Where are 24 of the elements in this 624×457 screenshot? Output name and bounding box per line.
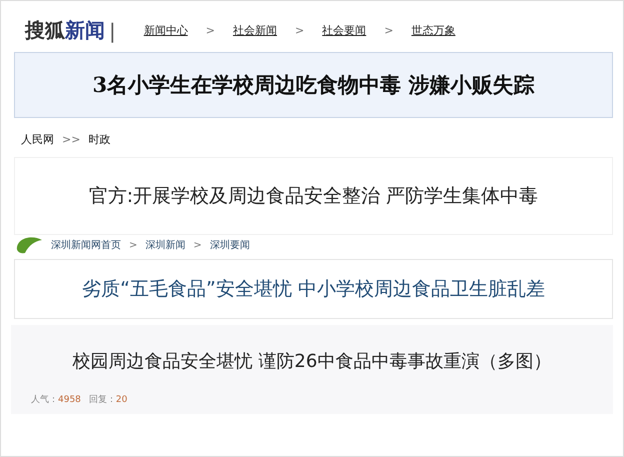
breadcrumb-link[interactable]: 人民网 — [21, 132, 54, 147]
breadcrumb-link[interactable]: 社会新闻 — [232, 23, 277, 38]
breadcrumb-link[interactable]: 世态万象 — [411, 23, 456, 38]
post-stat: 回复：20 — [88, 394, 128, 406]
headline: 3名小学生在学校周边吃食物中毒 涉嫌小贩失踪 — [14, 52, 613, 118]
breadcrumb-link[interactable]: 新闻中心 — [144, 23, 188, 38]
site-logo: 搜狐新闻 — [25, 17, 105, 44]
breadcrumb-link[interactable]: 深圳要闻 — [210, 238, 250, 252]
breadcrumb-link[interactable]: 时政 — [88, 132, 110, 147]
breadcrumb-separator: > — [206, 24, 215, 37]
breadcrumb-link[interactable]: 深圳新闻 — [145, 238, 186, 252]
breadcrumb-link[interactable]: 社会要闻 — [322, 23, 366, 38]
breadcrumb-separator: > — [294, 24, 304, 37]
breadcrumb-separator: > — [384, 24, 394, 37]
leaf-logo-icon — [15, 235, 43, 255]
headline: 劣质“五毛食品”安全堪忧 中小学校周边食品卫生脏乱差 — [14, 259, 613, 319]
breadcrumb-separator: >> — [62, 133, 80, 146]
headline: 官方:开展学校及周边食品安全整治 严防学生集体中毒 — [14, 157, 613, 235]
post-stat: 人气：4958 — [31, 394, 81, 406]
breadcrumb-link[interactable]: 深圳新闻网首页 — [51, 238, 121, 252]
logo-divider: | — [109, 18, 116, 42]
headline: 校园周边食品安全堪忧 谨防26中食品中毒事故重演（多图） — [72, 350, 552, 374]
breadcrumb-separator: > — [129, 240, 138, 250]
breadcrumb-separator: > — [193, 240, 202, 250]
